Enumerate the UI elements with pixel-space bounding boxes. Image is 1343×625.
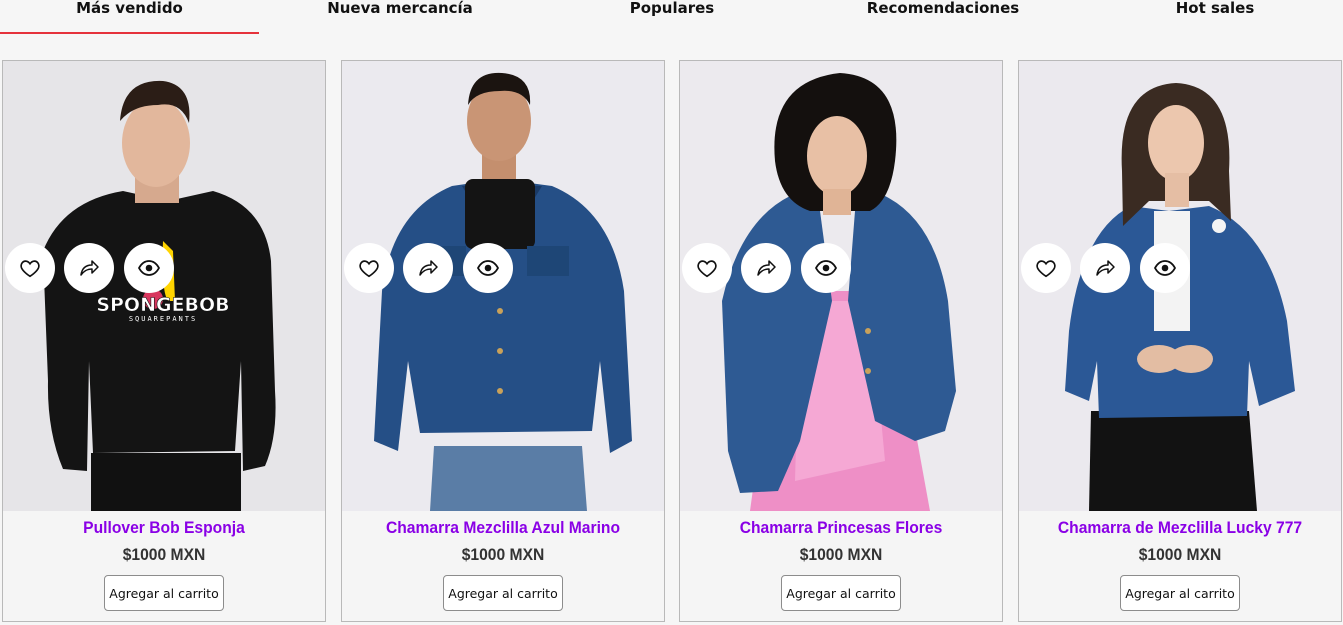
product-name[interactable]: Chamarra Princesas Flores [693,518,989,538]
heart-icon [1036,260,1056,278]
add-to-cart-button[interactable]: Agregar al carrito [781,575,901,611]
heart-icon [697,260,717,278]
eye-icon [476,260,500,276]
product-price: $1000 MXN [122,545,206,564]
add-to-cart-button[interactable]: Agregar al carrito [104,575,224,611]
quick-view-button[interactable] [801,243,851,293]
favorite-button[interactable] [682,243,732,293]
product-card: Chamarra Mezclilla Azul Marino $1000 MXN… [341,60,665,622]
tab-mas-vendido[interactable]: Más vendido [0,0,259,34]
quick-view-button[interactable] [463,243,513,293]
shirt-print-subtext: SQUAREPANTS [129,315,197,323]
eye-icon [1153,260,1177,276]
share-button[interactable] [741,243,791,293]
share-icon [757,260,776,276]
share-icon [1096,260,1115,276]
eye-icon [814,260,838,276]
favorite-button[interactable] [5,243,55,293]
tab-populares[interactable]: Populares [592,0,752,34]
product-price: $1000 MXN [461,545,545,564]
share-button[interactable] [403,243,453,293]
product-name[interactable]: Chamarra Mezclilla Azul Marino [355,518,651,538]
tab-recomendaciones[interactable]: Recomendaciones [853,0,1033,34]
add-to-cart-button[interactable]: Agregar al carrito [1120,575,1240,611]
favorite-button[interactable] [1021,243,1071,293]
tab-nueva-mercancia[interactable]: Nueva mercancía [300,0,500,34]
product-card: Chamarra Princesas Flores $1000 MXN Agre… [679,60,1003,622]
quick-view-button[interactable] [124,243,174,293]
product-card: Chamarra de Mezclilla Lucky 777 $1000 MX… [1018,60,1342,622]
product-price: $1000 MXN [799,545,883,564]
share-icon [80,260,99,276]
category-tabs: Más vendido Nueva mercancía Populares Re… [0,0,1343,36]
share-icon [419,260,438,276]
tab-hot-sales[interactable]: Hot sales [1135,0,1295,34]
quick-view-button[interactable] [1140,243,1190,293]
heart-icon [359,260,379,278]
add-to-cart-button[interactable]: Agregar al carrito [443,575,563,611]
share-button[interactable] [64,243,114,293]
product-name[interactable]: Pullover Bob Esponja [16,518,312,538]
eye-icon [137,260,161,276]
product-price: $1000 MXN [1138,545,1222,564]
favorite-button[interactable] [344,243,394,293]
share-button[interactable] [1080,243,1130,293]
product-name[interactable]: Chamarra de Mezclilla Lucky 777 [1032,518,1328,538]
product-card: SPONGEBOB SQUAREPANTS Pullover Bob Espon… [2,60,326,622]
heart-icon [20,260,40,278]
shirt-print-text: SPONGEBOB [96,294,229,316]
